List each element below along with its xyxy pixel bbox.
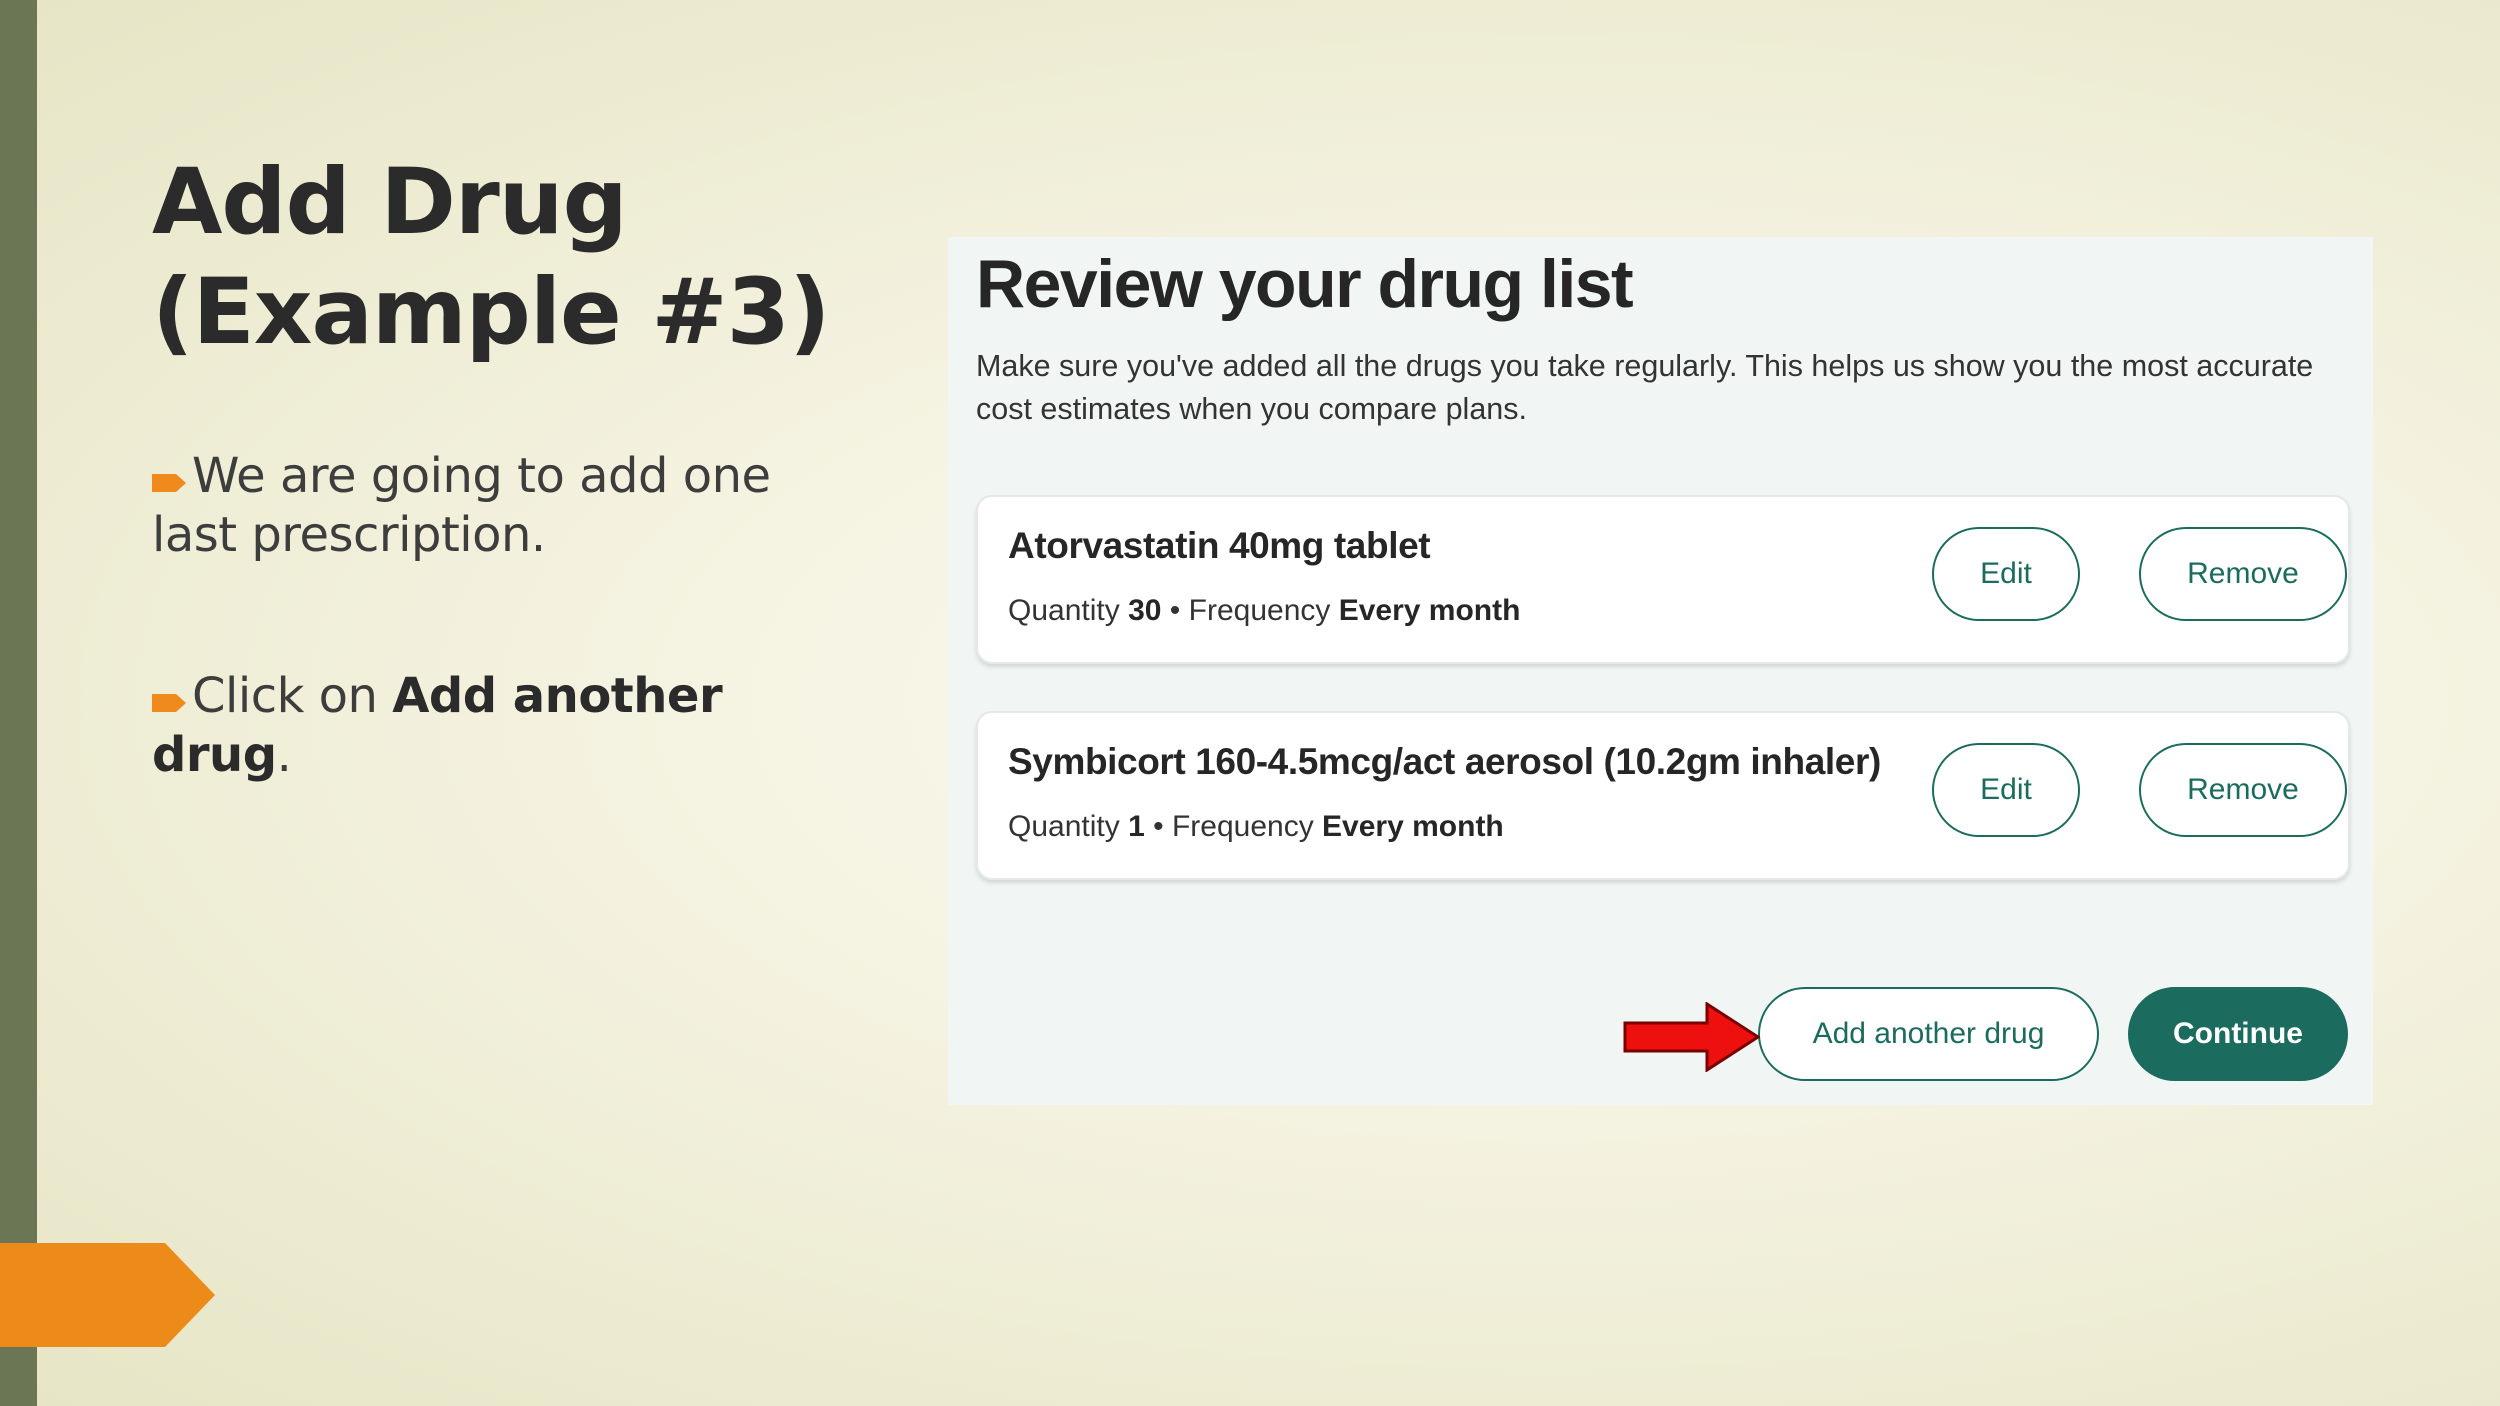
- frequency-value: Every month: [1322, 810, 1504, 843]
- drug-name: Symbicort 160-4.5mcg/act aerosol (10.2gm…: [1008, 741, 1881, 782]
- frequency-label: Frequency: [1188, 594, 1331, 627]
- orange-arrow-bullet-icon: [152, 451, 192, 507]
- edit-button[interactable]: Edit: [1932, 743, 2080, 837]
- drug-list-screenshot-panel: Review your drug list Make sure you've a…: [948, 237, 2373, 1105]
- continue-button[interactable]: Continue: [2128, 987, 2348, 1081]
- edit-button[interactable]: Edit: [1932, 527, 2080, 621]
- page-description: Make sure you've added all the drugs you…: [976, 349, 2314, 426]
- bullet-item: Click on Add another drug.: [152, 668, 852, 783]
- bullet-text: We are going to add one last prescriptio…: [152, 448, 771, 563]
- slide-title-line1: Add Drug: [152, 150, 628, 255]
- quantity-label: Quantity: [1008, 594, 1120, 627]
- meta-separator: •: [1161, 594, 1189, 627]
- remove-button[interactable]: Remove: [2139, 527, 2347, 621]
- slide-title: Add Drug (Example #3): [152, 148, 831, 368]
- bullet-text-prefix: Click on: [192, 668, 393, 724]
- drug-details: Quantity 1 • Frequency Every month: [1008, 810, 1504, 844]
- quantity-value: 30: [1128, 594, 1162, 627]
- drug-name: Atorvastatin 40mg tablet: [1008, 525, 1431, 566]
- quantity-value: 1: [1128, 810, 1145, 843]
- frequency-label: Frequency: [1171, 810, 1314, 843]
- meta-separator: •: [1144, 810, 1172, 843]
- remove-button[interactable]: Remove: [2139, 743, 2347, 837]
- quantity-label: Quantity: [1008, 810, 1120, 843]
- drug-details: Quantity 30 • Frequency Every month: [1008, 594, 1520, 628]
- slide-sidebar-bar: [0, 0, 37, 1406]
- add-another-drug-button[interactable]: Add another drug: [1758, 987, 2099, 1081]
- red-arrow-icon: [1623, 1002, 1760, 1072]
- page-title: Review your drug list: [976, 246, 1634, 322]
- drug-card: Symbicort 160-4.5mcg/act aerosol (10.2gm…: [976, 711, 2350, 880]
- bullet-item: We are going to add one last prescriptio…: [152, 448, 852, 563]
- frequency-value: Every month: [1338, 594, 1521, 627]
- bullet-text-suffix: .: [276, 727, 292, 783]
- drug-card: Atorvastatin 40mg tablet Quantity 30 • F…: [976, 495, 2350, 664]
- orange-arrow-bullet-icon: [152, 671, 192, 727]
- orange-pentagon-tab: [0, 1243, 215, 1347]
- slide-title-line2: (Example #3): [152, 260, 831, 365]
